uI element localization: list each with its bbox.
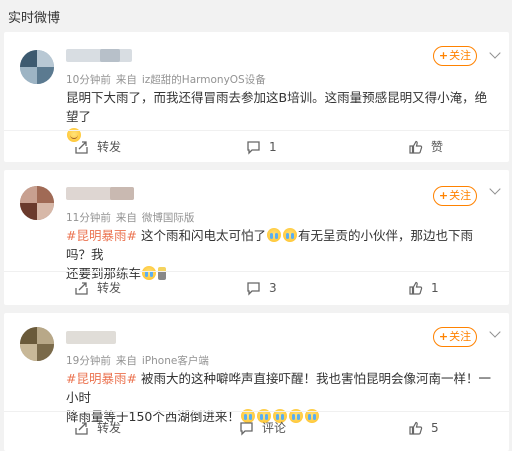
post-source[interactable]: iz超甜的HarmonyOS设备 [142,74,266,86]
username-redacted-part [100,49,120,62]
comment-icon [247,281,260,296]
repost-icon [75,421,88,435]
chevron-down-icon[interactable] [489,183,501,195]
repost-label: 转发 [97,140,122,154]
avatar[interactable] [20,327,54,361]
hashtag-link[interactable]: #昆明暴雨# [66,371,137,386]
username-redacted [66,49,132,62]
plus-icon: + [438,189,449,202]
plus-icon: + [438,49,449,62]
like-icon [409,281,423,295]
post-meta: 11分钟前 来自 微博国际版 [66,210,194,225]
comment-count: 3 [269,281,277,295]
comment-icon [247,140,260,155]
post-source[interactable]: iPhone客户端 [142,355,209,367]
post-action-bar: 转发 评论 5 [4,411,509,444]
chevron-down-icon[interactable] [489,326,501,338]
comment-button[interactable]: 评论 [239,412,286,444]
like-label: 赞 [431,140,444,154]
comment-count: 1 [269,140,277,154]
like-button[interactable]: 5 [408,412,439,444]
post-time[interactable]: 10分钟前 [66,74,111,86]
chevron-down-icon[interactable] [489,47,501,59]
crying-emoji-icon [282,228,297,242]
follow-button[interactable]: +关注 [433,46,477,66]
follow-label: 关注 [449,330,472,343]
comment-label: 评论 [262,421,287,435]
username-redacted-part [110,187,134,200]
repost-icon [75,140,88,154]
page-header: 实时微博 [0,0,512,32]
comment-button[interactable]: 3 [246,272,277,304]
follow-button[interactable]: +关注 [433,327,477,347]
post-card: 10分钟前 来自 iz超甜的HarmonyOS设备 +关注 昆明下大雨了，而我还得冒… [4,32,509,162]
post-action-bar: 转发 1 赞 [4,130,509,163]
repost-label: 转发 [97,281,122,295]
like-icon [409,421,423,435]
post-card: 11分钟前 来自 微博国际版 +关注 #昆明暴雨# 这个雨和闪电太可怕了 有无呈贡的小… [4,170,509,305]
repost-button[interactable]: 转发 [74,131,121,163]
follow-button[interactable]: +关注 [433,186,477,206]
post-time[interactable]: 19分钟前 [66,355,111,367]
follow-label: 关注 [449,189,472,202]
like-count: 5 [431,421,439,435]
repost-label: 转发 [97,421,122,435]
post-source-label: 来自 [115,355,137,367]
like-count: 1 [431,281,439,295]
plus-icon: + [438,330,449,343]
repost-button[interactable]: 转发 [74,272,121,304]
post-text-content: 这个雨和闪电太可怕了 [140,228,266,243]
page-title: 实时微博 [8,11,61,26]
post-meta: 10分钟前 来自 iz超甜的HarmonyOS设备 [66,72,266,87]
repost-icon [75,281,88,295]
post-meta: 19分钟前 来自 iPhone客户端 [66,353,209,368]
post-source-label: 来自 [115,74,137,86]
repost-button[interactable]: 转发 [74,412,121,444]
post-time[interactable]: 11分钟前 [66,212,111,224]
comment-icon [240,421,253,436]
follow-label: 关注 [449,49,472,62]
post-card: 19分钟前 来自 iPhone客户端 +关注 #昆明暴雨# 被雨大的这种噼哗声直接吓… [4,313,509,451]
crying-emoji-icon [266,228,281,242]
post-source-label: 来自 [115,212,137,224]
post-text-content: 昆明下大雨了，而我还得冒雨去参加这B培训。这雨量预感昆明又得小淹，绝望了 [66,90,488,124]
like-button[interactable]: 1 [408,272,439,304]
comment-button[interactable]: 1 [246,131,277,163]
username-redacted [66,331,116,344]
hashtag-link[interactable]: #昆明暴雨# [66,228,137,243]
avatar[interactable] [20,50,54,84]
post-action-bar: 转发 3 1 [4,271,509,304]
avatar[interactable] [20,186,54,220]
like-button[interactable]: 赞 [408,131,443,163]
post-source[interactable]: 微博国际版 [142,212,195,224]
like-icon [409,140,423,154]
